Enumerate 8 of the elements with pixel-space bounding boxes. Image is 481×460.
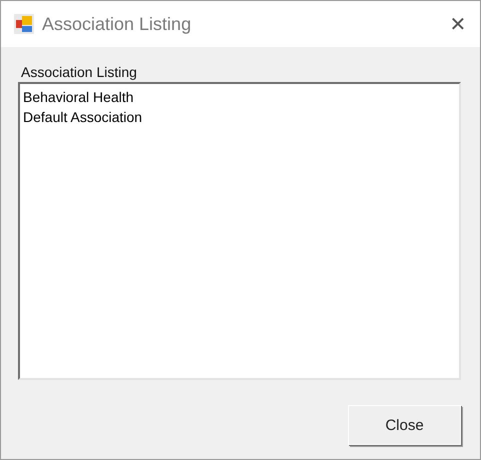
- list-label: Association Listing: [20, 63, 138, 82]
- close-button[interactable]: Close: [348, 405, 461, 445]
- list-item[interactable]: Behavioral Health: [23, 87, 456, 107]
- window-title: Association Listing: [42, 14, 192, 34]
- association-list[interactable]: Behavioral Health Default Association: [18, 82, 461, 380]
- list-item[interactable]: Default Association: [23, 107, 456, 127]
- close-icon[interactable]: ✕: [446, 12, 470, 36]
- app-icon: [14, 14, 34, 34]
